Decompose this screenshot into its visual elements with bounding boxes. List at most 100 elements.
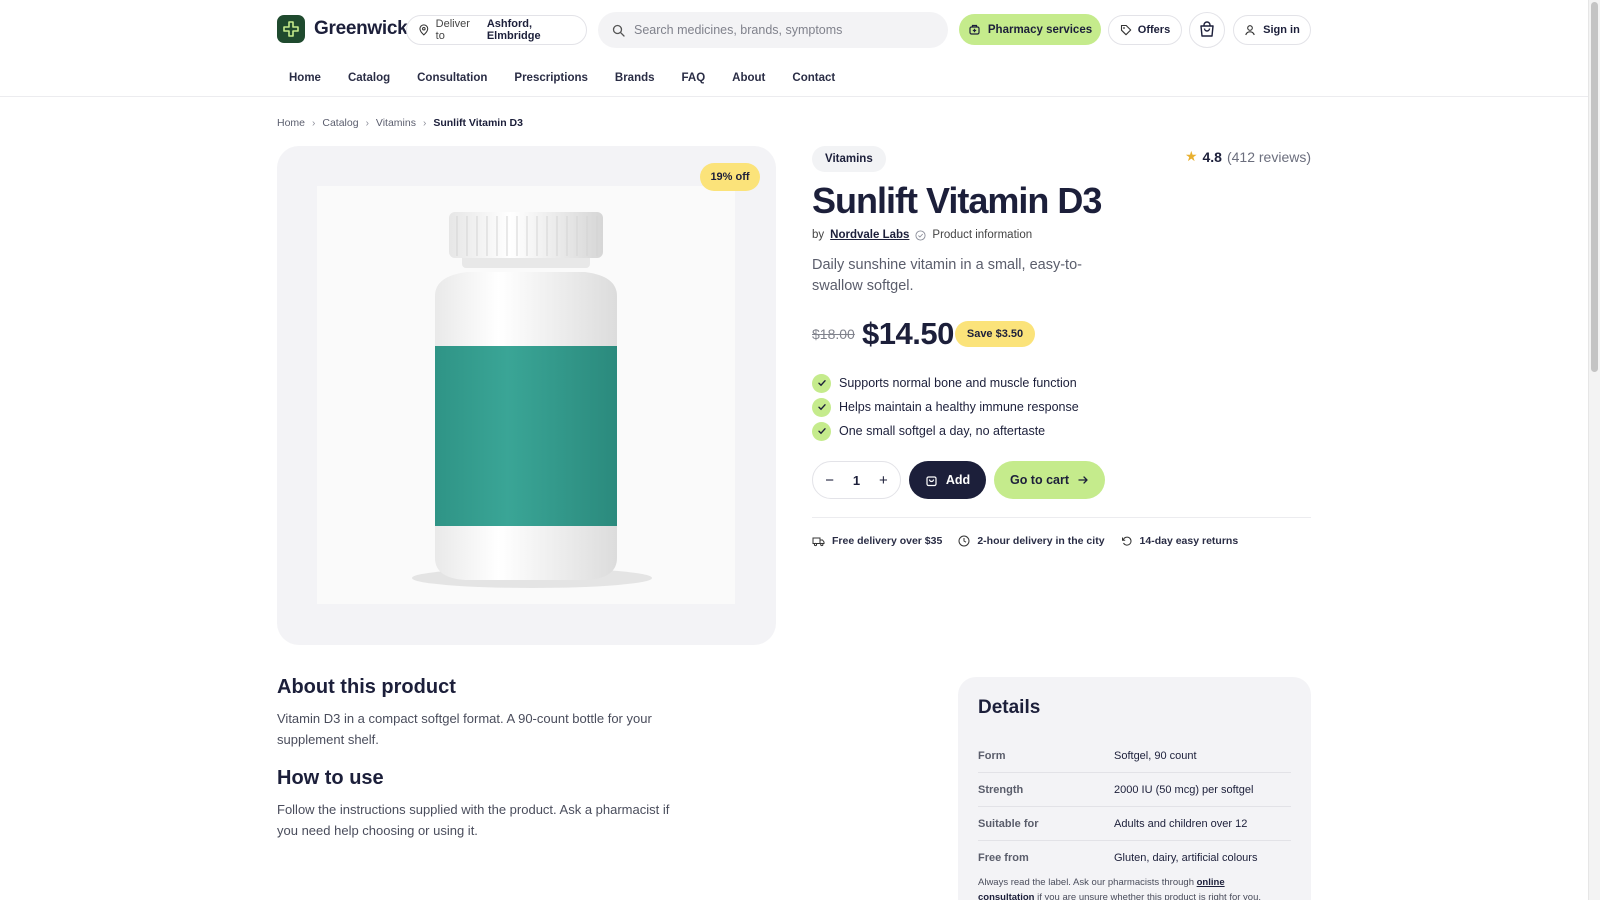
nav-consultation[interactable]: Consultation [417, 63, 487, 93]
search-input[interactable] [634, 23, 924, 37]
shopping-bag-icon [1200, 21, 1214, 37]
perk-text: Free delivery over $35 [832, 535, 943, 547]
nav-contact[interactable]: Contact [792, 63, 835, 93]
product-rating[interactable]: ★ 4.8 (412 reviews) [1185, 148, 1311, 165]
pharmacy-services-button[interactable]: Pharmacy services [959, 14, 1101, 45]
benefit-text: Helps maintain a healthy immune response [839, 400, 1079, 414]
nav-prescriptions[interactable]: Prescriptions [514, 63, 588, 93]
deliver-location: Ashford, Elmbridge [486, 18, 541, 42]
about-heading: About this product [277, 676, 456, 698]
save-badge: Save $3.50 [955, 321, 1035, 347]
search-bar[interactable] [598, 12, 948, 48]
main-nav: Home Catalog Consultation Prescriptions … [289, 63, 862, 93]
divider [812, 517, 1311, 518]
details-value: Adults and children over 12 [1114, 817, 1248, 830]
product-gallery [277, 146, 776, 645]
details-key: Strength [978, 783, 1024, 796]
old-price: $18.00 [812, 326, 855, 342]
details-key: Free from [978, 852, 1029, 864]
product-image[interactable] [317, 186, 735, 604]
about-text: Vitamin D3 in a compact softgel format. … [277, 711, 652, 747]
product-info-link[interactable]: Product information [932, 229, 1032, 241]
perk-item: Free delivery over $35 [812, 535, 942, 547]
return-icon [1121, 536, 1132, 546]
how-to-use-heading: How to use [277, 767, 384, 789]
rating-score: 4.8 [1202, 148, 1222, 165]
pharmacy-services-label: Pharmacy services [987, 23, 1093, 36]
check-icon [812, 373, 831, 393]
perk-text: 2-hour delivery in the city [977, 535, 1105, 547]
clock-icon [958, 535, 970, 547]
truck-icon [812, 537, 825, 547]
details-key: Form [978, 749, 1006, 762]
current-price: $14.50 [862, 316, 954, 351]
verified-check-icon [915, 229, 926, 241]
tag-icon [1120, 24, 1132, 36]
details-card: Details Form Softgel, 90 count Strength … [958, 677, 1311, 900]
details-row: Strength 2000 IU (50 mcg) per softgel [978, 773, 1291, 807]
brand-link[interactable]: Nordvale Labs [830, 229, 909, 241]
site-header: Greenwick Deliver to Ashford, Elmbridge … [0, 0, 1588, 97]
perk-item: 14-day easy returns [1121, 535, 1239, 547]
benefit-item: One small softgel a day, no aftertaste [812, 419, 1079, 443]
cross-logo-icon [277, 15, 305, 43]
details-row: Suitable for Adults and children over 12 [978, 807, 1291, 841]
go-to-cart-button[interactable]: Go to cart [994, 461, 1105, 499]
benefit-item: Supports normal bone and muscle function [812, 371, 1079, 395]
note-prefix: Always read the label. Ask our pharmacis… [978, 877, 1194, 888]
nav-catalog[interactable]: Catalog [348, 63, 390, 93]
deliver-label: Deliver to [435, 18, 470, 42]
benefit-text: Supports normal bone and muscle function [839, 376, 1077, 390]
cart-button[interactable] [1189, 12, 1225, 48]
nav-faq[interactable]: FAQ [682, 63, 706, 93]
nav-brands[interactable]: Brands [615, 63, 655, 93]
location-pin-icon [419, 24, 429, 36]
chevron-right-icon: › [312, 117, 316, 129]
logo[interactable]: Greenwick [277, 15, 408, 43]
decrease-quantity-button[interactable]: − [820, 472, 840, 489]
quantity-stepper: − 1 + [812, 461, 901, 499]
category-chip[interactable]: Vitamins [812, 146, 886, 172]
check-icon [812, 397, 831, 417]
pharmacy-icon [969, 24, 980, 35]
breadcrumb-catalog[interactable]: Catalog [322, 117, 358, 129]
increase-quantity-button[interactable]: + [873, 472, 893, 489]
offers-button[interactable]: Offers [1108, 15, 1182, 45]
benefit-text: One small softgel a day, no aftertaste [839, 424, 1046, 438]
product-byline: by Nordvale Labs Product information [812, 229, 1032, 241]
how-to-use-text: Follow the instructions supplied with th… [277, 802, 670, 838]
details-heading: Details [978, 697, 1041, 718]
sign-in-label: Sign in [1263, 24, 1300, 36]
supplement-bottle-illustration [412, 212, 652, 588]
note-suffix: if you are unsure whether this product i… [1037, 892, 1262, 900]
search-icon [612, 24, 625, 37]
details-row: Free from Gluten, dairy, artificial colo… [978, 841, 1291, 875]
review-count: (412 reviews) [1226, 148, 1311, 165]
details-value: Softgel, 90 count [1114, 749, 1197, 762]
add-label: Add [945, 473, 971, 487]
add-to-cart-button[interactable]: Add [909, 461, 986, 499]
arrow-right-icon [1078, 476, 1088, 484]
nav-home[interactable]: Home [289, 63, 321, 93]
page-scrollbar[interactable] [1588, 0, 1600, 900]
deliver-to-selector[interactable]: Deliver to Ashford, Elmbridge [406, 15, 587, 45]
offers-label: Offers [1137, 24, 1171, 36]
brand-name: Greenwick [314, 18, 408, 39]
chevron-right-icon: › [365, 117, 369, 129]
star-icon: ★ [1184, 148, 1198, 164]
benefits-list: Supports normal bone and muscle function… [812, 371, 1079, 443]
sign-in-button[interactable]: Sign in [1233, 15, 1311, 45]
details-note: Always read the label. Ask our pharmacis… [978, 875, 1278, 900]
breadcrumb-home[interactable]: Home [277, 117, 305, 129]
delivery-perks: Free delivery over $35 2-hour delivery i… [812, 535, 1238, 547]
scrollbar-thumb[interactable] [1591, 2, 1598, 372]
bag-icon [926, 475, 937, 486]
go-to-cart-label: Go to cart [1009, 473, 1070, 487]
perk-text: 14-day easy returns [1139, 535, 1239, 547]
chevron-right-icon: › [422, 117, 427, 129]
quantity-value: 1 [852, 472, 861, 488]
nav-about[interactable]: About [732, 63, 765, 93]
breadcrumb-current: Sunlift Vitamin D3 [433, 117, 523, 129]
breadcrumb-vitamins[interactable]: Vitamins [376, 117, 416, 129]
user-icon [1245, 25, 1255, 36]
